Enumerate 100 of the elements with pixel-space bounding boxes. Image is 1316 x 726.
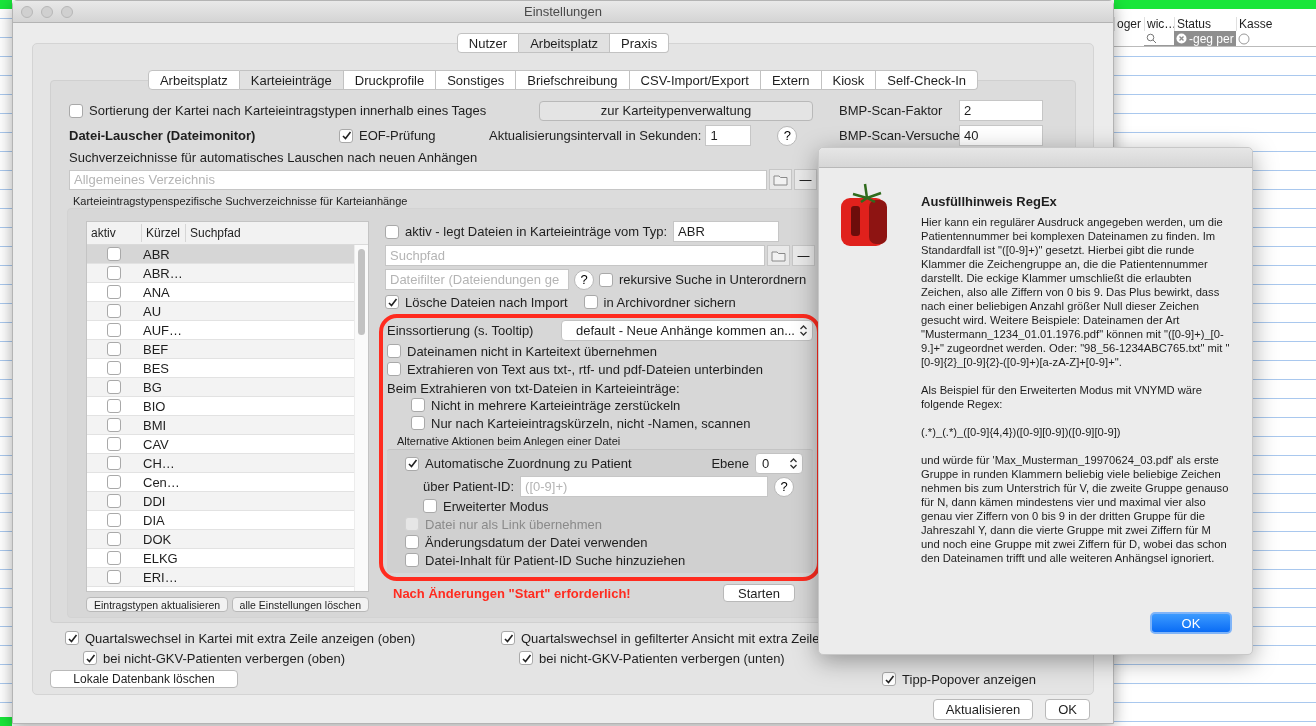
checkbox[interactable] xyxy=(501,631,515,645)
checkbox[interactable] xyxy=(405,456,419,471)
tab[interactable]: Nutzer xyxy=(456,33,520,53)
tab[interactable]: Praxis xyxy=(610,33,670,53)
scrollbar-thumb[interactable] xyxy=(358,249,365,335)
tab[interactable]: Druckprofile xyxy=(343,70,437,90)
checkbox[interactable] xyxy=(107,437,121,451)
table-row[interactable]: DDI xyxy=(87,492,354,511)
table-row[interactable]: ERI… xyxy=(87,568,354,587)
table-row[interactable]: DIA xyxy=(87,511,354,530)
checkbox[interactable] xyxy=(599,272,613,287)
checkbox[interactable] xyxy=(107,266,121,280)
checkbox[interactable] xyxy=(69,103,83,118)
help-button[interactable]: ? xyxy=(777,125,798,146)
checkbox[interactable] xyxy=(107,570,121,584)
browse-button[interactable] xyxy=(769,169,792,190)
table-row[interactable]: BEF xyxy=(87,340,354,359)
remove-button[interactable]: — xyxy=(792,245,815,266)
checkbox[interactable] xyxy=(385,224,399,239)
checkbox[interactable] xyxy=(423,499,437,513)
tab[interactable]: Extern xyxy=(760,70,822,90)
checkbox[interactable] xyxy=(387,344,401,358)
checkbox[interactable] xyxy=(411,416,425,430)
tab[interactable]: Kiosk xyxy=(821,70,877,90)
radio-icon[interactable] xyxy=(1238,32,1250,45)
level-select[interactable]: 0 xyxy=(755,453,803,474)
table-row[interactable]: ANA xyxy=(87,283,354,302)
directory-field[interactable]: Allgemeines Verzeichnis xyxy=(69,169,767,190)
help-button[interactable]: ? xyxy=(574,269,594,290)
scrollbar[interactable] xyxy=(354,245,368,591)
text-field[interactable]: 1 xyxy=(705,125,752,146)
checkbox[interactable] xyxy=(107,342,121,356)
tab[interactable]: Karteieinträge xyxy=(239,70,344,90)
checkbox[interactable] xyxy=(107,456,121,470)
checkbox[interactable] xyxy=(83,651,97,665)
start-button[interactable]: Starten xyxy=(723,584,795,602)
delete-database-button[interactable]: Lokale Datenbank löschen xyxy=(50,670,238,688)
table-row[interactable]: AUF… xyxy=(87,321,354,340)
window-control-button[interactable] xyxy=(21,5,33,18)
table-row[interactable]: DOK xyxy=(87,530,354,549)
text-field[interactable]: 40 xyxy=(959,125,1043,146)
filter-field[interactable]: Dateifilter (Dateiendungen ge xyxy=(385,269,569,290)
tab[interactable]: Arbeitsplatz xyxy=(519,33,611,53)
checkbox[interactable] xyxy=(107,247,121,261)
checkbox[interactable] xyxy=(387,362,401,376)
sorting-select[interactable]: default - Neue Anhänge kommen an... xyxy=(561,319,813,341)
footer-button[interactable]: Aktualisieren xyxy=(932,699,1034,720)
column-header[interactable]: aktiv xyxy=(87,224,141,242)
table-row[interactable]: ABR xyxy=(87,245,354,264)
checkbox[interactable] xyxy=(107,361,121,375)
checkbox[interactable] xyxy=(107,285,121,299)
checkbox[interactable] xyxy=(107,380,121,394)
checkbox[interactable] xyxy=(385,295,399,309)
tab[interactable]: Briefschreibung xyxy=(516,70,630,90)
checkbox[interactable] xyxy=(107,304,121,318)
tab[interactable]: Self-Check-In xyxy=(876,70,979,90)
table-row[interactable]: Cen… xyxy=(87,473,354,492)
checkbox[interactable] xyxy=(107,494,121,508)
table-row[interactable]: CAV xyxy=(87,435,354,454)
checkbox[interactable] xyxy=(519,651,533,665)
checkbox[interactable] xyxy=(411,398,425,412)
tab[interactable]: Sonstiges xyxy=(436,70,517,90)
checkbox[interactable] xyxy=(107,551,121,565)
table-row[interactable]: AU xyxy=(87,302,354,321)
table-row[interactable]: BG xyxy=(87,378,354,397)
help-button[interactable]: ? xyxy=(774,476,795,497)
table-row[interactable]: BMI xyxy=(87,416,354,435)
checkbox[interactable] xyxy=(107,475,121,489)
checkbox[interactable] xyxy=(107,513,121,527)
checkbox[interactable] xyxy=(405,535,419,549)
path-field[interactable]: Suchpfad xyxy=(385,245,765,266)
checkbox[interactable] xyxy=(107,532,121,546)
regex-field[interactable]: ([0-9]+) xyxy=(520,476,769,497)
tab[interactable]: CSV-Import/Export xyxy=(629,70,761,90)
table-row[interactable]: CH… xyxy=(87,454,354,473)
checkbox[interactable] xyxy=(583,295,598,309)
text-field[interactable]: 2 xyxy=(959,100,1043,121)
column-header[interactable]: Kürzel xyxy=(141,224,185,242)
checkbox[interactable] xyxy=(882,672,897,686)
browse-button[interactable] xyxy=(767,245,790,266)
remove-button[interactable]: — xyxy=(794,169,817,190)
window-control-button[interactable] xyxy=(61,5,73,18)
table-row[interactable]: BIO xyxy=(87,397,354,416)
checkbox[interactable] xyxy=(107,399,121,413)
checkbox[interactable] xyxy=(107,418,121,432)
table-row[interactable]: ABR… xyxy=(87,264,354,283)
table-row[interactable]: BES xyxy=(87,359,354,378)
type-field[interactable]: ABR xyxy=(673,221,780,242)
table-row[interactable]: ELKG xyxy=(87,549,354,568)
type-management-button[interactable]: zur Karteitypenverwaltung xyxy=(539,100,813,121)
tab[interactable]: Arbeitsplatz xyxy=(147,70,240,90)
ok-button[interactable]: OK xyxy=(1150,612,1232,634)
checkbox[interactable] xyxy=(339,128,353,143)
column-header[interactable]: Suchpfad xyxy=(185,224,354,242)
action-button[interactable]: alle Einstellungen löschen xyxy=(231,597,369,612)
checkbox[interactable] xyxy=(65,631,79,645)
checkbox[interactable] xyxy=(107,323,121,337)
window-control-button[interactable] xyxy=(41,5,53,18)
action-button[interactable]: Eintragstypen aktualisieren xyxy=(86,597,229,612)
checkbox[interactable] xyxy=(405,553,419,567)
